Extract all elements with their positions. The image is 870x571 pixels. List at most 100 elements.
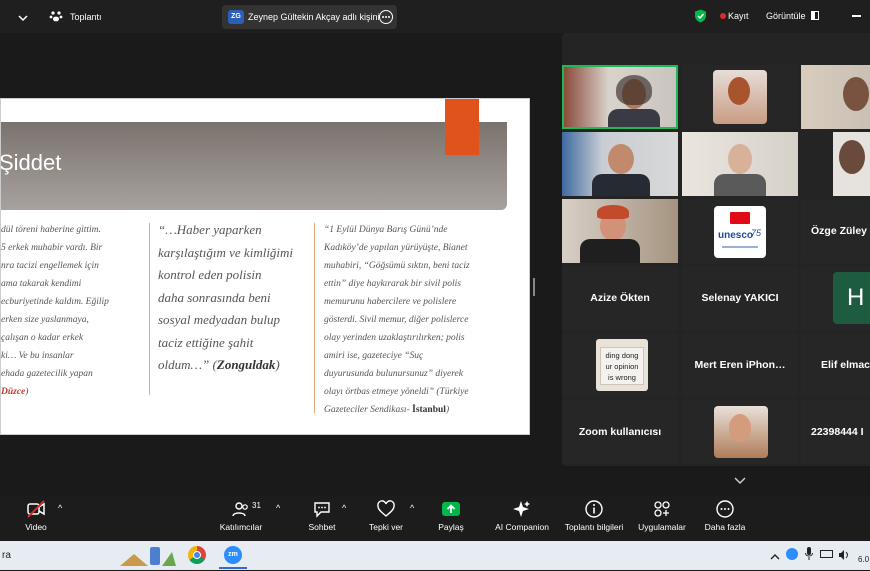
- quote-line: olay yerinden uzaklaştırılırken; polis: [324, 333, 465, 343]
- splitter-handle[interactable]: [533, 278, 535, 296]
- apps-icon: [654, 501, 670, 517]
- column-divider: [149, 223, 150, 395]
- share-label: Paylaş: [438, 522, 464, 532]
- meeting-toolbar: Video ^ Katılımcılar 31 ^ Sohbet ^ Tepki…: [0, 495, 870, 541]
- quote-line: nra tacizi engellemek için: [1, 261, 99, 271]
- participants-caret-icon[interactable]: ^: [276, 503, 280, 513]
- video-tile[interactable]: [562, 65, 678, 129]
- apps-button[interactable]: Uygulamalar: [636, 499, 688, 532]
- view-label[interactable]: Görüntüle: [766, 11, 806, 21]
- video-tile[interactable]: [682, 132, 798, 196]
- gallery-scroll-down-icon[interactable]: [734, 473, 746, 485]
- search-illustration-icon: [120, 544, 176, 566]
- participants-label: Katılımcılar: [219, 522, 263, 532]
- quote-line-last: oldum…” (Zonguldak): [158, 357, 280, 372]
- quote-line-last: Gazeteciler Sendikası- İstanbul): [324, 405, 450, 415]
- video-label: Video: [25, 522, 47, 532]
- participants-count: 31: [252, 501, 261, 510]
- more-button[interactable]: Daha fazla: [702, 499, 748, 532]
- participant-name: Zoom kullanıcısı: [578, 426, 662, 438]
- react-caret-icon[interactable]: ^: [410, 503, 414, 513]
- security-shield-icon[interactable]: [694, 9, 707, 23]
- name-tile[interactable]: Azize Ökten: [562, 266, 678, 330]
- name-tile[interactable]: 22398444 I: [801, 400, 870, 464]
- ai-label: AI Companion: [495, 522, 549, 532]
- video-tile[interactable]: [682, 65, 798, 129]
- chrome-icon[interactable]: [188, 546, 206, 564]
- avatar-tile[interactable]: H: [801, 266, 870, 330]
- minimize-icon[interactable]: [852, 15, 861, 17]
- unesco-75: 75: [751, 228, 762, 238]
- video-tile[interactable]: unesco 75: [682, 199, 798, 263]
- quote-line: “…Haber yaparken: [158, 222, 262, 237]
- search-box-text[interactable]: ra: [2, 550, 11, 561]
- video-tile[interactable]: [682, 400, 798, 464]
- slide-orange-accent: [445, 99, 479, 155]
- quote-line: sosyal medyadan bulup: [158, 312, 281, 327]
- zoom-app-icon[interactable]: zm: [224, 546, 242, 564]
- quote-column-3: “1 Eylül Dünya Barış Günü’nde Kadıköy’de…: [324, 221, 524, 419]
- participants-icon: [232, 502, 248, 517]
- ai-companion-button[interactable]: AI Companion: [492, 499, 552, 532]
- name-tile[interactable]: Selenay YAKICI: [682, 266, 798, 330]
- quote-line: 5 erkek muhabir vardı. Bir: [1, 243, 103, 253]
- video-options-caret-icon[interactable]: ^: [58, 503, 62, 513]
- meeting-info-button[interactable]: Toplantı bilgileri: [562, 499, 626, 532]
- apps-label: Uygulamalar: [638, 522, 686, 532]
- avatar: H: [833, 272, 870, 324]
- screen-share-indicator[interactable]: ZG Zeynep Gültekin Akçay adlı kişini: [222, 5, 397, 29]
- quote-line: daha sonrasında beni: [158, 289, 271, 305]
- quote-line: karşılaştığım ve kimliğimi: [158, 244, 294, 260]
- more-label: Daha fazla: [704, 522, 746, 532]
- quote-line: kontrol eden polisin: [158, 267, 262, 282]
- column-divider: [314, 223, 315, 413]
- participant-name: Azize Ökten: [590, 292, 650, 304]
- tray-chevron-icon[interactable]: [770, 549, 780, 560]
- record-label[interactable]: Kayıt: [728, 11, 749, 21]
- chat-button[interactable]: Sohbet: [306, 499, 338, 532]
- video-tile[interactable]: [562, 132, 678, 196]
- sign-line: is wrong: [608, 373, 636, 382]
- participant-name: Elif elmac: [821, 359, 870, 371]
- sharer-name: Zeynep Gültekin Akçay adlı kişini: [248, 12, 380, 22]
- name-tile[interactable]: Özge Züley: [801, 199, 870, 263]
- video-tile[interactable]: ding dong ur opinion is wrong: [562, 333, 678, 397]
- share-button[interactable]: Paylaş: [436, 499, 466, 532]
- meeting-paw-icon: [49, 9, 63, 23]
- name-tile[interactable]: Zoom kullanıcısı: [562, 400, 678, 464]
- react-button[interactable]: Tepki ver: [366, 499, 406, 532]
- quote-column-1: dül töreni haberine gittim. 5 erkek muha…: [1, 221, 133, 401]
- taskbar-active-indicator: [219, 567, 247, 569]
- quote-line: “1 Eylül Dünya Barış Günü’nde: [324, 225, 448, 235]
- meeting-top-bar: Toplantı ZG Zeynep Gültekin Akçay adlı k…: [0, 0, 870, 33]
- quote-line: ettin” diye haykırarak bir sivil polis: [324, 279, 461, 289]
- info-label: Toplantı bilgileri: [564, 522, 624, 532]
- participant-name: 22398444 I: [811, 426, 864, 438]
- quote-line: ama takarak kendimi: [1, 279, 82, 289]
- battery-icon: [820, 550, 833, 558]
- video-tile[interactable]: [562, 199, 678, 263]
- quote-source: Düzce): [1, 387, 29, 397]
- chat-label: Sohbet: [308, 522, 336, 532]
- quote-line: amiri ise, gazeteciye “Suç: [324, 351, 424, 361]
- sharer-avatar: ZG: [228, 10, 244, 24]
- name-tile[interactable]: Mert Eren iPhon…: [682, 333, 798, 397]
- view-grid-icon[interactable]: [811, 11, 819, 20]
- sign-line: ding dong: [605, 351, 639, 360]
- more-options-icon[interactable]: [379, 10, 393, 24]
- video-tile[interactable]: [801, 65, 870, 129]
- meeting-label[interactable]: Toplantı: [70, 12, 102, 22]
- source-city: Düzce: [1, 387, 26, 397]
- quote-line: erken size yaslanmaya,: [1, 315, 89, 325]
- speaker-icon[interactable]: [838, 548, 850, 560]
- share-screen-icon: [442, 502, 460, 516]
- chevron-down-icon[interactable]: [18, 10, 28, 22]
- video-tile[interactable]: [833, 132, 870, 196]
- zoom-tray-icon[interactable]: [786, 548, 798, 560]
- participant-gallery: unesco 75 Özge Züley Azize Ökten Selenay…: [562, 33, 870, 485]
- name-tile[interactable]: Elif elmac: [801, 333, 870, 397]
- video-button[interactable]: Video: [20, 499, 52, 532]
- microphone-icon[interactable]: [805, 547, 813, 561]
- slide-title-banner: Şiddet: [1, 122, 507, 210]
- chat-caret-icon[interactable]: ^: [342, 503, 346, 513]
